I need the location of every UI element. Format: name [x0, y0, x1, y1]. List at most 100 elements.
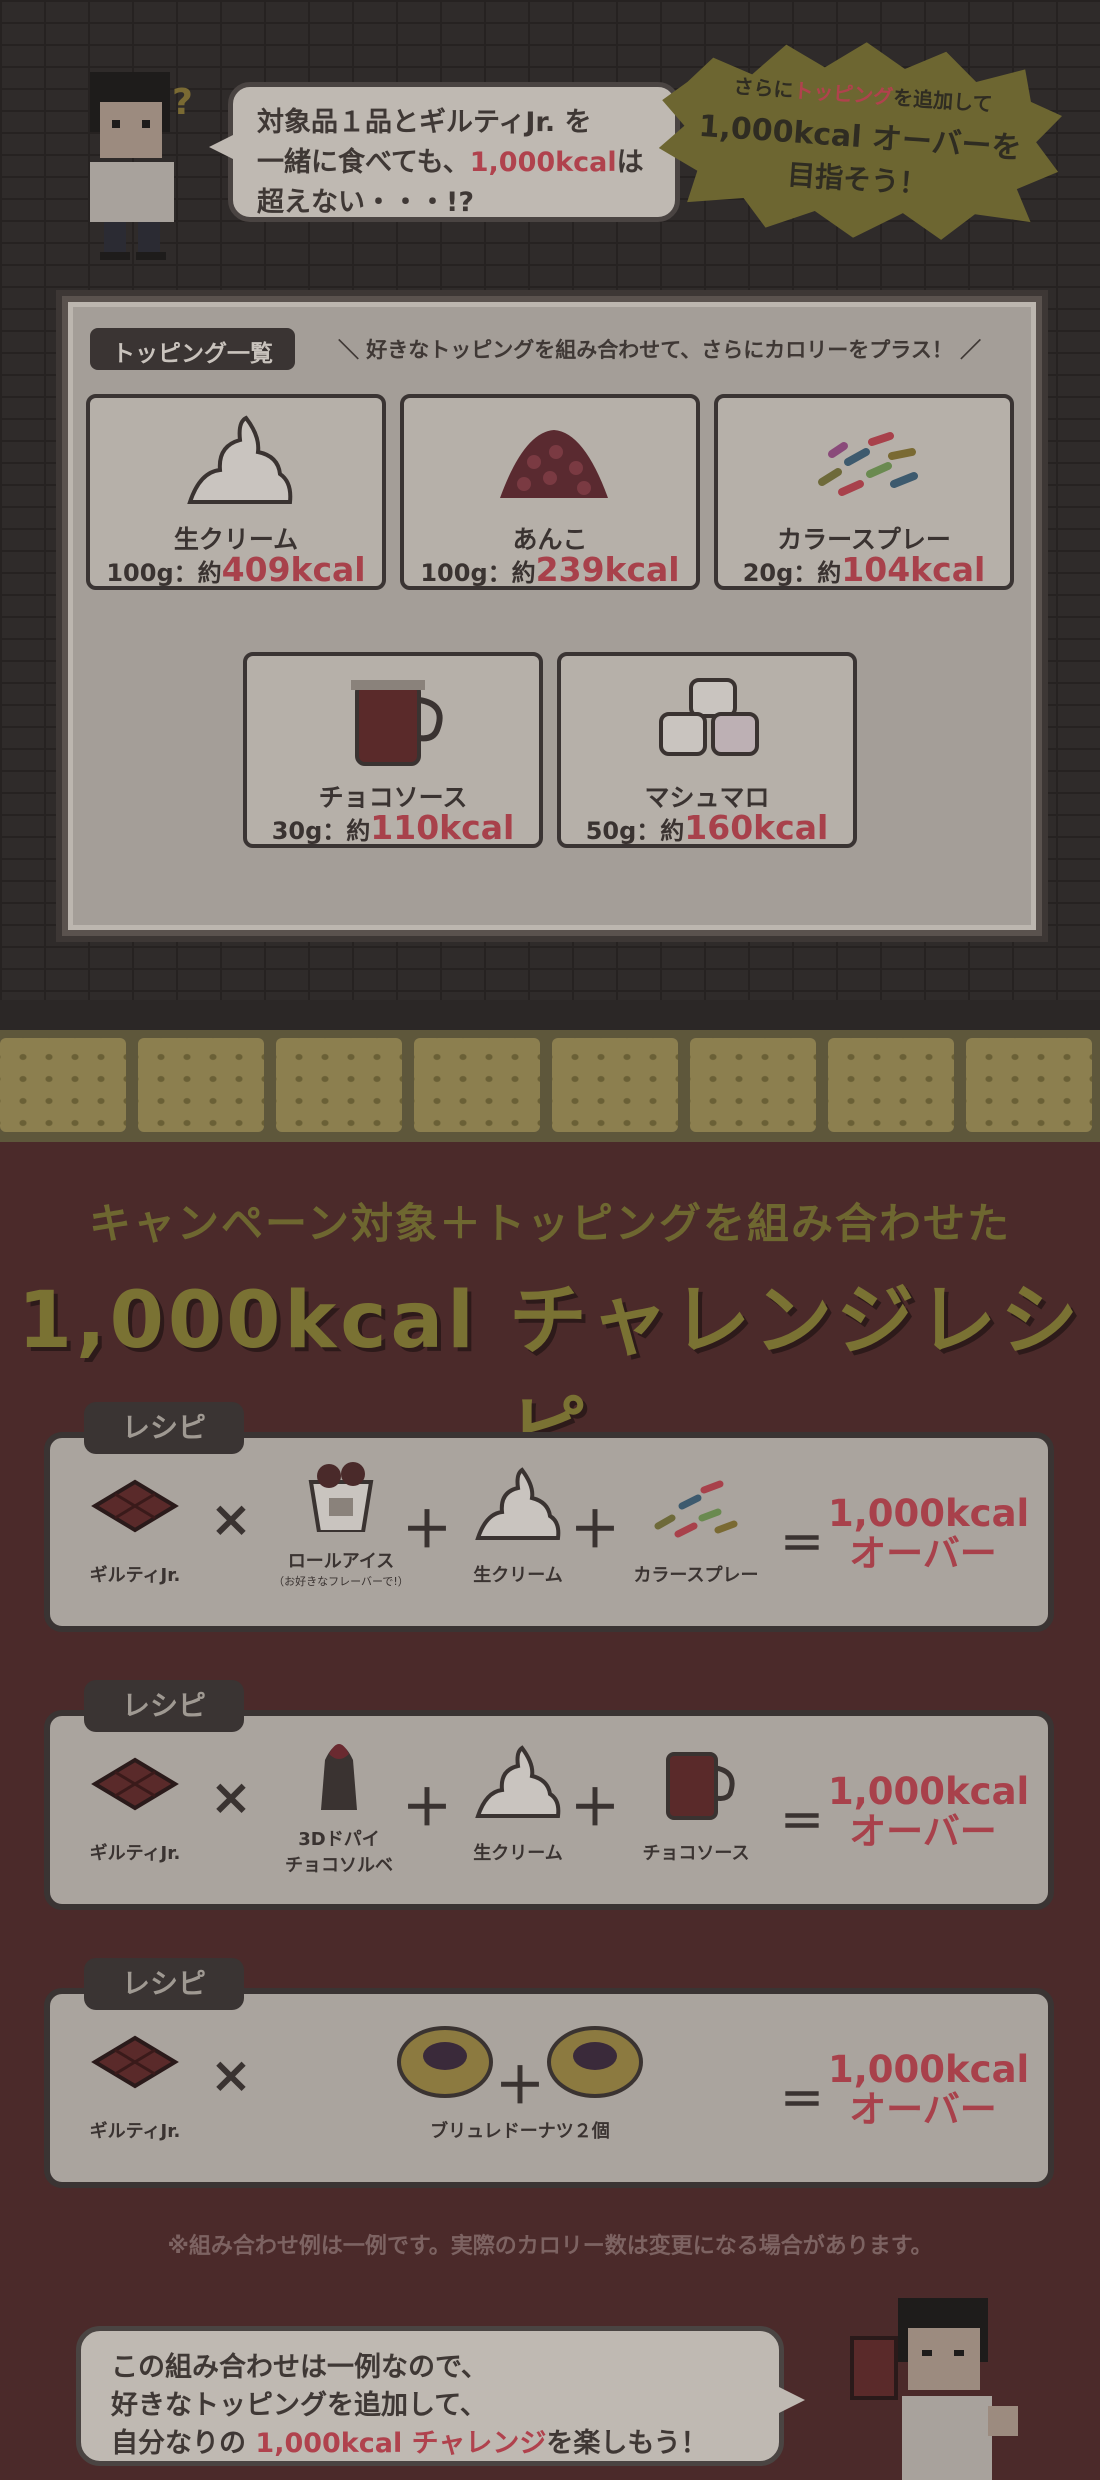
- topping-card-sprinkles: カラースプレー 20g：約104kcal: [714, 394, 1014, 590]
- recipe-item-note: （お好きなフレーバーで!）: [273, 1575, 409, 1588]
- outro-line-1: この組み合わせは一例なので、: [111, 2352, 488, 2383]
- biscuit-tile: [828, 1038, 954, 1132]
- recipe-item: 生クリーム: [448, 1744, 588, 1865]
- recipe-card-1: レシピ ギルティJr. × ロールアイス （お好きなフレーバーで!） ＋ 生クリ…: [44, 1402, 1054, 1632]
- topping-amount: 100g：約: [420, 559, 536, 587]
- result-over: オーバー: [849, 2088, 997, 2131]
- recipe-label: レシピ: [84, 1402, 244, 1454]
- biscuit-tile: [690, 1038, 816, 1132]
- outro-line-3: 自分なりの 1,000kcal チャレンジを楽しもう！: [111, 2425, 749, 2463]
- recipe-item: カラースプレー: [616, 1466, 776, 1587]
- recipe-item-label: カラースプレー: [633, 1565, 759, 1586]
- equals-sign: ＝: [780, 1519, 824, 1570]
- biscuit-tile: [276, 1038, 402, 1132]
- marshmallow-icon: [659, 678, 759, 756]
- times-sign: ×: [210, 1768, 252, 1826]
- plus-sign: ＋: [570, 1779, 620, 1837]
- sprinkles-icon: [654, 1480, 738, 1538]
- biscuit-tile: [552, 1038, 678, 1132]
- outro-line-2: 好きなトッピングを追加して、: [111, 2390, 487, 2421]
- boy-thinking-icon: ?: [90, 72, 193, 260]
- recipe-result: 1,000kcal オーバー: [828, 2050, 1029, 2131]
- intro-line-2b: は: [616, 147, 644, 178]
- topping-amount: 30g：約: [271, 817, 371, 845]
- biscuit-divider: [0, 1030, 1100, 1142]
- burst-line-3: 目指そう！: [786, 157, 929, 201]
- svg-text:?: ?: [172, 82, 193, 123]
- times-sign: ×: [210, 2046, 252, 2104]
- whipped-cream-icon: [475, 1745, 561, 1818]
- topping-kcal: 110kcal: [370, 808, 515, 847]
- roll-ice-cup-icon: [308, 1462, 374, 1534]
- plus-sign: ＋: [402, 1779, 452, 1837]
- intro-line-2a: 一緒に食べても、: [257, 147, 470, 178]
- plus-sign: ＋: [402, 1501, 452, 1559]
- burst-pre: さらに: [732, 73, 795, 102]
- recipe-item-label: 生クリーム: [473, 1843, 563, 1864]
- biscuit-tile: [138, 1038, 264, 1132]
- recipe-item-label: チョコソルベ: [285, 1855, 393, 1876]
- recipe-item: 3Dドパイ チョコソルベ: [264, 1730, 414, 1877]
- result-kcal: 1,000kcal: [828, 1770, 1030, 1813]
- recipe-label: レシピ: [84, 1958, 244, 2010]
- topping-kcal: 104kcal: [841, 550, 986, 589]
- outro-kcal: 1,000kcal チャレンジ: [255, 2428, 547, 2459]
- recipe-result: 1,000kcal オーバー: [828, 1770, 1030, 1852]
- intro-speech-bubble: 対象品１品とギルティJr. を 一緒に食べても、1,000kcalは 超えない・…: [209, 82, 680, 222]
- biscuit-tile: [0, 1038, 126, 1132]
- recipe-item-label: チョコソース: [642, 1843, 750, 1864]
- topping-amount: 50g：約: [585, 817, 685, 845]
- chocolate-bar-icon: [91, 1757, 179, 1811]
- topping-list-panel: トッピング一覧 ＼ 好きなトッピングを組み合わせて、さらにカロリーをプラス！ ／…: [62, 296, 1042, 936]
- topping-kcal-line: 50g：約160kcal: [561, 808, 853, 847]
- recipe-item-label: 3Dドパイ: [298, 1829, 380, 1850]
- recipe-item: 生クリーム: [448, 1466, 588, 1587]
- plus-sign: ＋: [495, 2057, 545, 2115]
- equals-sign: ＝: [780, 2075, 824, 2126]
- recipe-item: ギルティJr.: [70, 1466, 200, 1587]
- biscuit-tile: [966, 1038, 1092, 1132]
- chocolate-sauce-icon: [666, 1752, 735, 1820]
- topping-kcal-line: 30g：約110kcal: [247, 808, 539, 847]
- intro-line-1: 対象品１品とギルティJr. を: [257, 107, 592, 138]
- recipe-item-label: 生クリーム: [473, 1565, 563, 1586]
- recipe-item-label: ロールアイス: [287, 1551, 395, 1572]
- recipe-item: ギルティJr.: [70, 2022, 200, 2143]
- outro-line-3a: 自分なりの: [111, 2428, 256, 2459]
- result-over: オーバー: [849, 1532, 997, 1575]
- recipe-label: レシピ: [84, 1680, 244, 1732]
- boy-with-chocolate-icon: [850, 2298, 1018, 2480]
- topping-kcal-line: 100g：約239kcal: [404, 550, 696, 589]
- recipe-item: ロールアイス （お好きなフレーバーで!）: [256, 1452, 426, 1589]
- chocolate-bar-icon: [91, 2035, 179, 2089]
- topping-card-chocolate-sauce: チョコソース 30g：約110kcal: [243, 652, 543, 848]
- topping-amount: 100g：約: [106, 559, 222, 587]
- chocolate-sauce-icon: [351, 680, 443, 766]
- recipe-item: チョコソース: [616, 1744, 776, 1865]
- burst-post: を追加して: [892, 84, 994, 116]
- whipped-cream-icon: [475, 1467, 561, 1540]
- recipe-item: ギルティJr.: [70, 1744, 200, 1865]
- topping-kcal: 239kcal: [535, 550, 680, 589]
- intro-line-2: 一緒に食べても、1,000kcalは: [257, 143, 651, 183]
- topping-list-subtitle: ＼ 好きなトッピングを組み合わせて、さらにカロリーをプラス！ ／: [338, 338, 982, 362]
- topping-card-whipped-cream: 生クリーム 100g：約409kcal: [86, 394, 386, 590]
- recipe-item-label: ブリュレドーナツ２個: [430, 2121, 610, 2142]
- recipe-section-title-1: キャンペーン対象＋トッピングを組み合わせた: [89, 1199, 1011, 1248]
- 3d-sorbet-icon: [321, 1744, 357, 1810]
- recipe-item-label: ギルティJr.: [89, 1843, 181, 1864]
- intro-line-3: 超えない・・・!?: [257, 187, 474, 218]
- recipe-result: 1,000kcal オーバー: [828, 1494, 1029, 1575]
- intro-kcal: 1,000kcal: [469, 147, 617, 178]
- topping-list-heading: トッピング一覧: [90, 328, 295, 370]
- plus-sign: ＋: [570, 1501, 620, 1559]
- topping-kcal-line: 20g：約104kcal: [718, 550, 1010, 589]
- outro-line-3b: を楽しもう！: [546, 2428, 708, 2459]
- sprinkles-icon: [818, 432, 918, 496]
- chocolate-bar-icon: [91, 1479, 179, 1533]
- equals-sign: ＝: [780, 1797, 824, 1848]
- burst-topping: トッピング: [792, 77, 895, 109]
- topping-kcal: 160kcal: [684, 808, 829, 847]
- topping-kcal-line: 100g：約409kcal: [90, 550, 382, 589]
- outro-speech-bubble: この組み合わせは一例なので、 好きなトッピングを追加して、 自分なりの 1,00…: [76, 2326, 805, 2466]
